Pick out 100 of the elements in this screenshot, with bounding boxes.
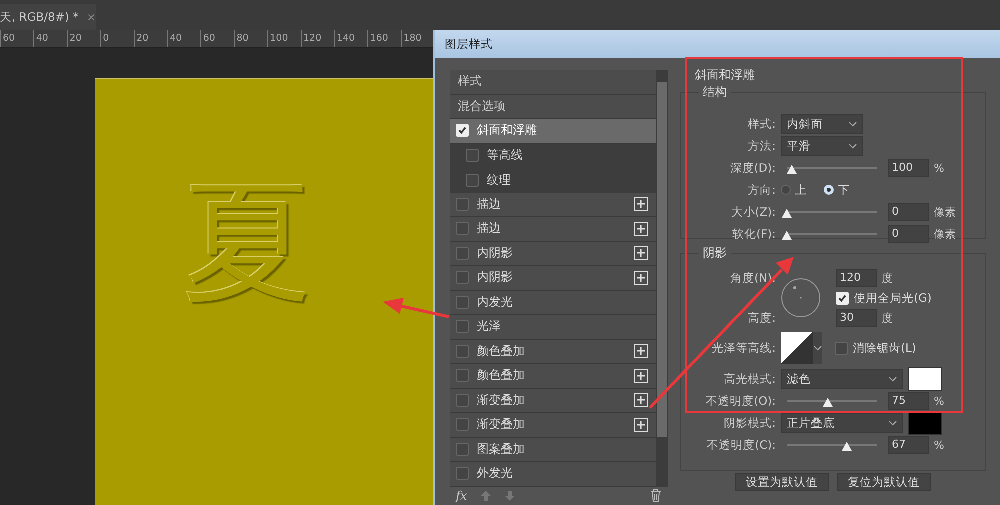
ruler-label: 40 xyxy=(33,30,67,47)
radio-button[interactable]: 下 xyxy=(824,182,850,198)
add-icon[interactable] xyxy=(634,222,648,236)
effect-label: 颜色叠加 xyxy=(477,342,526,360)
number-field[interactable]: 75 xyxy=(888,392,929,410)
add-icon[interactable] xyxy=(634,197,648,212)
angle-dial[interactable] xyxy=(781,278,821,318)
unit-label: 像素 xyxy=(934,226,956,242)
checkbox[interactable] xyxy=(456,442,469,456)
effect-list-item[interactable]: 颜色叠加 xyxy=(450,364,656,388)
chevron-down-icon xyxy=(814,346,822,350)
annotation-arrow xyxy=(383,298,450,318)
fx-button[interactable]: fx xyxy=(456,488,468,503)
slider-thumb[interactable] xyxy=(782,231,792,240)
field-label: 不透明度(O): xyxy=(705,394,776,408)
unit-label: % xyxy=(934,438,944,452)
style-list-item[interactable]: 混合选项 xyxy=(450,94,656,119)
field-label: 高光模式: xyxy=(723,372,776,386)
checkbox[interactable] xyxy=(466,174,479,187)
add-icon[interactable] xyxy=(634,418,648,432)
document-tab-title[interactable]: 天, RGB/8#) * xyxy=(0,10,79,24)
chevron-down-icon xyxy=(889,420,897,426)
slider-thumb[interactable] xyxy=(842,442,852,451)
checkbox[interactable] xyxy=(456,467,469,480)
checkbox[interactable] xyxy=(456,271,469,284)
dropdown[interactable]: 正片叠底 xyxy=(781,413,903,433)
field-label: 软化(F): xyxy=(732,226,776,242)
effect-list-item[interactable]: 内发光 xyxy=(450,290,656,315)
field-label: 不透明度(C): xyxy=(706,438,776,452)
dropdown[interactable]: 平滑 xyxy=(781,136,863,156)
effect-label: 描边 xyxy=(477,220,502,238)
radio-button[interactable]: 上 xyxy=(781,182,807,198)
number-field[interactable]: 67 xyxy=(888,436,929,454)
effect-label: 描边 xyxy=(477,196,502,213)
effect-label: 渐变叠加 xyxy=(477,416,526,434)
unit-label: 度 xyxy=(882,270,893,286)
checkbox[interactable] xyxy=(456,320,469,334)
add-icon[interactable] xyxy=(634,344,648,358)
dropdown[interactable]: 内斜面 xyxy=(781,114,863,134)
add-icon[interactable] xyxy=(634,246,648,260)
effect-list-item[interactable]: 斜面和浮雕 xyxy=(450,119,656,144)
checkbox[interactable] xyxy=(456,296,469,309)
checkbox[interactable] xyxy=(456,246,469,260)
number-field[interactable]: 0 xyxy=(888,203,929,221)
embossed-text: 夏 xyxy=(183,177,313,307)
effect-list-item[interactable]: 描边 xyxy=(450,192,656,217)
checkbox[interactable] xyxy=(466,149,479,162)
effect-list-item[interactable]: 内阴影 xyxy=(450,266,656,290)
checkbox[interactable] xyxy=(456,418,469,432)
effect-label: 渐变叠加 xyxy=(477,392,526,409)
number-field[interactable]: 120 xyxy=(836,269,877,287)
checkbox[interactable] xyxy=(456,369,469,382)
checkbox-label: 消除锯齿(L) xyxy=(853,340,916,356)
group-title: 结构 xyxy=(702,84,728,101)
ruler-label: 40 xyxy=(166,30,200,47)
ruler-label: 80 xyxy=(234,30,268,47)
effect-label: 内阴影 xyxy=(477,269,514,286)
chevron-down-icon xyxy=(849,144,857,148)
color-swatch[interactable] xyxy=(908,367,942,391)
ruler-label: 140 xyxy=(334,30,368,47)
effect-list-item[interactable]: 内阴影 xyxy=(450,242,656,266)
style-list-item[interactable]: 样式 xyxy=(450,70,656,94)
number-field[interactable]: 0 xyxy=(888,225,929,243)
field-label: 光泽等高线: xyxy=(711,340,776,356)
ruler-label: 0 xyxy=(100,30,134,47)
dropdown[interactable]: 滤色 xyxy=(781,369,903,389)
default-button[interactable]: 设置为默认值 xyxy=(735,473,829,491)
ruler-label: 20 xyxy=(134,30,167,47)
trash-icon[interactable] xyxy=(650,489,662,502)
effect-list-item[interactable]: 颜色叠加 xyxy=(450,340,656,364)
effect-list-item[interactable]: 图案叠加 xyxy=(450,438,656,462)
contour-swatch[interactable] xyxy=(781,332,813,364)
slider-thumb[interactable] xyxy=(782,209,792,218)
unit-label: % xyxy=(934,394,944,408)
ruler-label: 20 xyxy=(66,30,100,47)
unit-label: 像素 xyxy=(934,204,956,220)
effect-label: 颜色叠加 xyxy=(477,367,526,384)
ruler-label: 60 xyxy=(0,30,34,47)
checkbox[interactable] xyxy=(456,222,469,236)
add-icon[interactable] xyxy=(634,393,648,408)
effect-label: 图案叠加 xyxy=(477,440,526,458)
slider-thumb[interactable] xyxy=(786,165,796,174)
default-button[interactable]: 复位为默认值 xyxy=(837,473,931,491)
effect-label: 等高线 xyxy=(487,147,524,164)
color-swatch[interactable] xyxy=(908,411,942,435)
number-field[interactable]: 30 xyxy=(836,309,877,327)
effect-list-item[interactable]: 光泽 xyxy=(450,315,656,340)
checkbox[interactable] xyxy=(456,344,469,358)
checkbox[interactable] xyxy=(456,394,469,407)
field-label: 大小(Z): xyxy=(730,204,776,220)
effect-list-item[interactable]: 描边 xyxy=(450,217,656,242)
number-field[interactable]: 100 xyxy=(888,159,929,177)
add-icon[interactable] xyxy=(634,270,648,285)
checkbox[interactable] xyxy=(456,198,469,211)
scrollbar[interactable] xyxy=(656,70,668,486)
checkbox[interactable] xyxy=(835,342,848,354)
effect-list-item[interactable]: 渐变叠加 xyxy=(450,413,656,438)
add-icon[interactable] xyxy=(634,368,648,383)
effect-list-item[interactable]: 渐变叠加 xyxy=(450,388,656,413)
effect-list-item[interactable]: 外发光 xyxy=(450,462,656,486)
